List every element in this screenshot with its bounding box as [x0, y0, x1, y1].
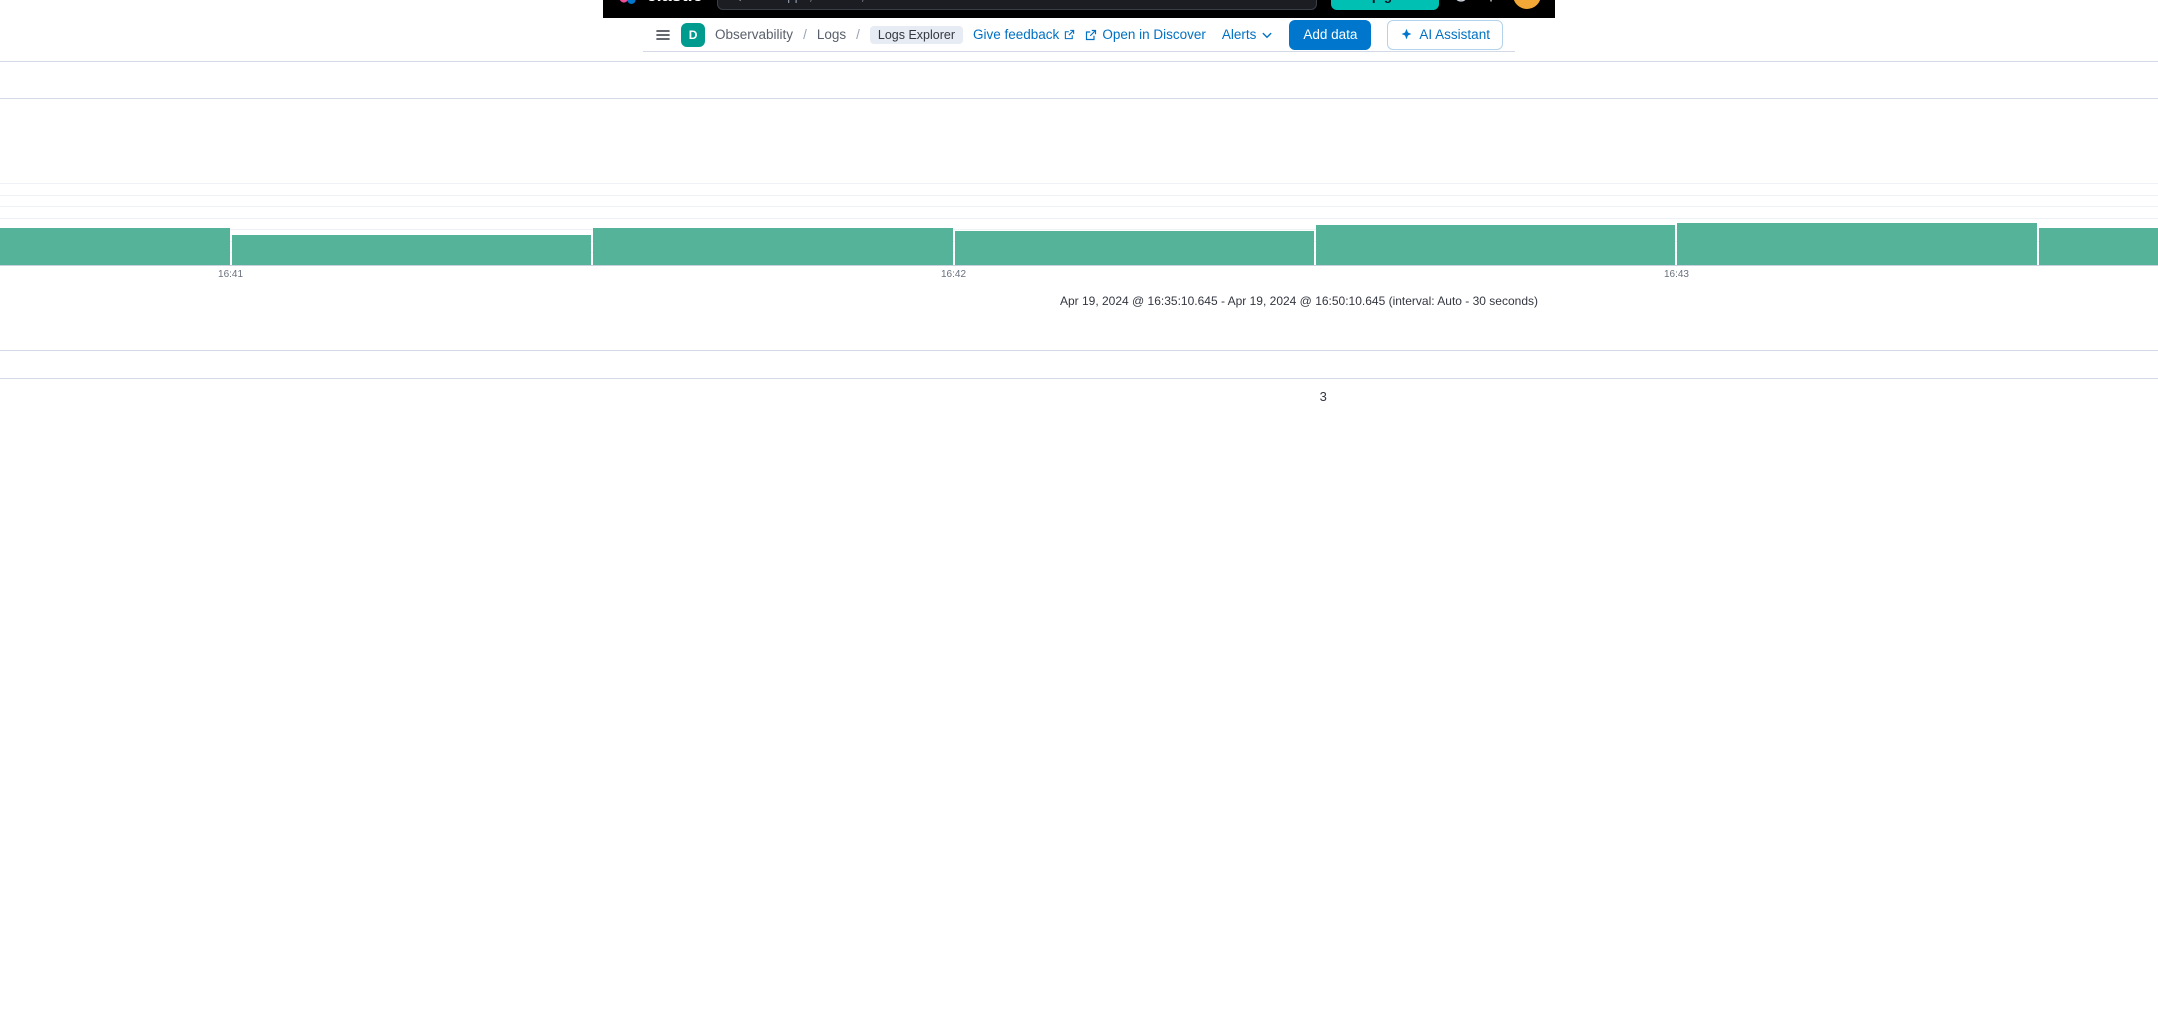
- header-center: Find apps, content, and more. ⌘/: [717, 0, 1317, 10]
- time-range-caption: Apr 19, 2024 @ 16:35:10.645 - Apr 19, 20…: [0, 292, 2158, 316]
- histogram-bar[interactable]: [1316, 225, 1675, 266]
- brand-name: elastic: [647, 0, 703, 6]
- breadcrumb-actions: Open in Discover Alerts Add data AI Assi…: [1085, 20, 1503, 50]
- histogram-bar[interactable]: [0, 228, 230, 265]
- breadcrumb-separator: /: [803, 27, 807, 42]
- settings-icon[interactable]: [1483, 0, 1499, 3]
- histogram-x-labels: Apr 19, 2024 16:3516:3616:3716:3816:3916…: [0, 266, 2158, 292]
- search-shortcut-hint: ⌘/: [1290, 0, 1305, 2]
- histogram-bars: [0, 184, 2158, 265]
- avatar[interactable]: MB: [1513, 0, 1541, 9]
- breadcrumb-logs[interactable]: Logs: [817, 27, 846, 42]
- chevron-down-icon: [1261, 29, 1273, 41]
- kql-search-bar[interactable]: [0, 61, 2158, 99]
- breadcrumb-logs-explorer: Logs Explorer: [870, 26, 963, 44]
- histogram-controls: Auto interval No breakdown: [0, 145, 2158, 182]
- open-in-discover-link[interactable]: Open in Discover: [1085, 27, 1206, 42]
- histogram-bar[interactable]: [2039, 228, 2158, 265]
- breadcrumb-separator: /: [856, 27, 860, 42]
- sparkle-icon: [1400, 28, 1413, 41]
- search-icon: [728, 0, 742, 2]
- kql-input[interactable]: [0, 73, 2158, 88]
- x-tick-label: 16:41: [218, 269, 243, 280]
- grid-header: @timestamp i ↓ resource i content i: [0, 351, 2158, 379]
- pagination: ‹ 12345 ›: [0, 384, 2158, 408]
- histogram-bar[interactable]: [232, 235, 591, 265]
- breadcrumb-bar: D Observability / Logs / Logs Explorer G…: [643, 18, 1515, 52]
- query-toolbar: [AWS] cloudtrail: [0, 52, 2158, 105]
- page-button-3[interactable]: 3: [244, 384, 2158, 408]
- setup-guides-button[interactable]: Setup guides: [1331, 0, 1440, 10]
- grid-footer: Rows per page: 100 ‹ 12345 ›: [0, 379, 2158, 413]
- x-tick-label: 16:43: [1664, 269, 1689, 280]
- cloud-icon[interactable]: [1453, 0, 1469, 3]
- global-search-input[interactable]: Find apps, content, and more. ⌘/: [717, 0, 1317, 10]
- menu-icon[interactable]: [655, 27, 671, 43]
- global-search-placeholder: Find apps, content, and more.: [750, 0, 1283, 3]
- external-link-icon: [1064, 29, 1075, 40]
- pagination-pages: 12345: [0, 384, 2158, 408]
- elastic-brand[interactable]: elastic: [617, 0, 703, 6]
- elastic-logo-icon: [617, 0, 639, 6]
- ai-assistant-button[interactable]: AI Assistant: [1387, 20, 1503, 50]
- namespace-row: Namespace Any: [0, 105, 2158, 145]
- content-column-header[interactable]: content i: [0, 358, 2158, 372]
- page-button-2[interactable]: 2: [0, 384, 242, 408]
- global-header: elastic Find apps, content, and more. ⌘/…: [603, 0, 1556, 18]
- add-data-button[interactable]: Add data: [1289, 20, 1371, 50]
- tabs-row: Documents (3,602) Field statistics Colum…: [0, 316, 2158, 351]
- give-feedback-link[interactable]: Give feedback: [973, 27, 1075, 42]
- header-right: Setup guides MB: [1331, 0, 1542, 10]
- logs-explorer-page: elastic Find apps, content, and more. ⌘/…: [0, 0, 2158, 24]
- documents-histogram: 350300250200150100500: [0, 182, 2158, 266]
- breadcrumb-observability[interactable]: Observability: [715, 27, 793, 42]
- space-badge[interactable]: D: [681, 23, 705, 47]
- x-tick-label: 16:42: [941, 269, 966, 280]
- histogram-bar[interactable]: [1677, 223, 2036, 265]
- alerts-dropdown[interactable]: Alerts: [1222, 27, 1274, 42]
- histogram-bar[interactable]: [955, 231, 1314, 265]
- external-link-icon: [1085, 29, 1097, 41]
- histogram-plot: [0, 184, 2158, 266]
- histogram-bar[interactable]: [593, 228, 952, 265]
